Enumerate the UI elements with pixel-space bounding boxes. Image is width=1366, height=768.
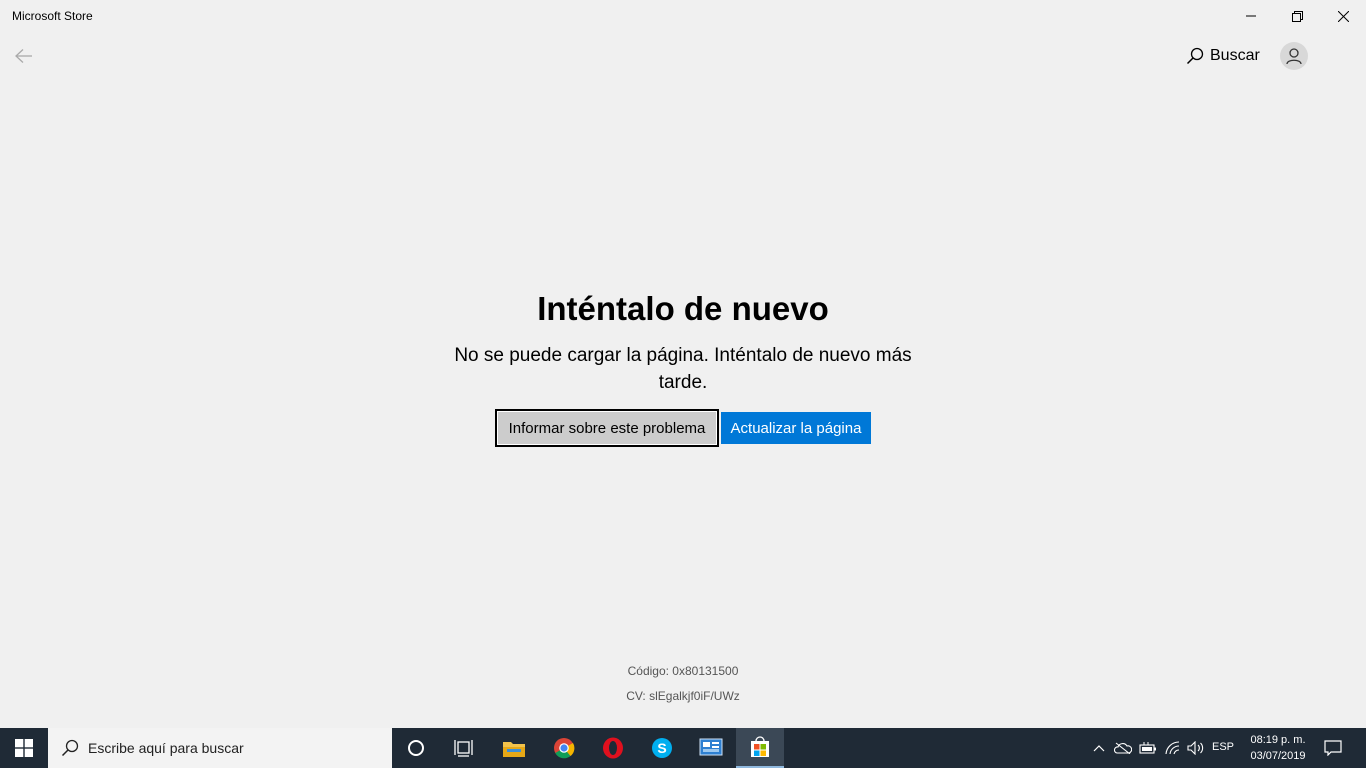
opera-icon xyxy=(603,737,623,759)
taskbar-search-placeholder: Escribe aquí para buscar xyxy=(88,740,244,756)
control-panel-icon xyxy=(699,738,723,756)
task-view-button[interactable] xyxy=(440,728,488,768)
taskbar-app-skype[interactable]: S xyxy=(638,728,686,768)
refresh-page-button[interactable]: Actualizar la página xyxy=(721,412,871,444)
close-icon xyxy=(1337,10,1349,22)
taskbar-app-control-panel[interactable] xyxy=(687,728,735,768)
minimize-icon xyxy=(1246,15,1256,17)
window-title: Microsoft Store xyxy=(12,9,93,23)
cortana-button[interactable] xyxy=(392,728,440,768)
back-button[interactable] xyxy=(8,40,40,72)
store-icon xyxy=(751,736,769,757)
error-actions: Informar sobre este problema Actualizar … xyxy=(495,409,871,447)
search-label: Buscar xyxy=(1210,47,1260,64)
battery-tray-button[interactable] xyxy=(1137,728,1159,768)
correlation-vector: CV: slEgalkjf0iF/UWz xyxy=(626,689,740,703)
input-language[interactable]: ESP xyxy=(1212,741,1234,753)
skype-icon: S xyxy=(652,738,672,758)
minimize-button[interactable] xyxy=(1228,0,1274,32)
notification-icon xyxy=(1324,740,1342,756)
volume-tray-button[interactable] xyxy=(1185,728,1207,768)
clock-time: 08:19 p. m. xyxy=(1250,734,1306,746)
error-headline: Inténtalo de nuevo xyxy=(537,290,829,327)
taskbar-app-file-explorer[interactable] xyxy=(490,728,538,768)
taskbar-search-box[interactable]: Escribe aquí para buscar xyxy=(48,728,392,768)
search-icon xyxy=(60,738,80,758)
chrome-icon xyxy=(554,738,575,759)
app-header: Buscar xyxy=(0,32,1366,80)
task-view-icon xyxy=(454,740,473,757)
search-icon xyxy=(1186,47,1204,65)
wifi-icon xyxy=(1165,741,1180,755)
show-hidden-icons-button[interactable] xyxy=(1090,728,1108,768)
user-icon xyxy=(1286,48,1302,65)
taskbar-app-opera[interactable] xyxy=(589,728,637,768)
restore-icon xyxy=(1291,10,1303,22)
battery-icon xyxy=(1139,742,1156,754)
back-arrow-icon xyxy=(15,49,32,63)
volume-icon xyxy=(1187,741,1204,755)
cortana-icon xyxy=(408,740,424,756)
onedrive-offline-icon xyxy=(1114,742,1132,754)
chevron-up-icon xyxy=(1093,745,1105,752)
account-button[interactable] xyxy=(1280,42,1308,70)
start-button[interactable] xyxy=(0,728,48,768)
clock[interactable]: 08:19 p. m. 03/07/2019 xyxy=(1242,732,1314,764)
clock-date: 03/07/2019 xyxy=(1250,750,1306,762)
restore-button[interactable] xyxy=(1274,0,1320,32)
error-code: Código: 0x80131500 xyxy=(627,664,739,678)
error-message: No se puede cargar la página. Inténtalo … xyxy=(454,345,912,393)
close-button[interactable] xyxy=(1320,0,1366,32)
windows-logo-icon xyxy=(15,739,33,757)
taskbar: Escribe aquí para buscar S ESP 08:19 p. … xyxy=(0,728,1366,768)
search-button[interactable]: Buscar xyxy=(1186,44,1260,68)
taskbar-app-store[interactable] xyxy=(736,728,784,768)
taskbar-app-chrome[interactable] xyxy=(540,728,588,768)
network-tray-button[interactable] xyxy=(1162,728,1184,768)
onedrive-tray-button[interactable] xyxy=(1112,728,1134,768)
file-explorer-icon xyxy=(503,742,525,757)
title-bar: Microsoft Store xyxy=(0,0,1366,32)
action-center-button[interactable] xyxy=(1318,728,1348,768)
report-problem-button[interactable]: Informar sobre este problema xyxy=(495,409,719,447)
svg-text:S: S xyxy=(657,740,666,756)
